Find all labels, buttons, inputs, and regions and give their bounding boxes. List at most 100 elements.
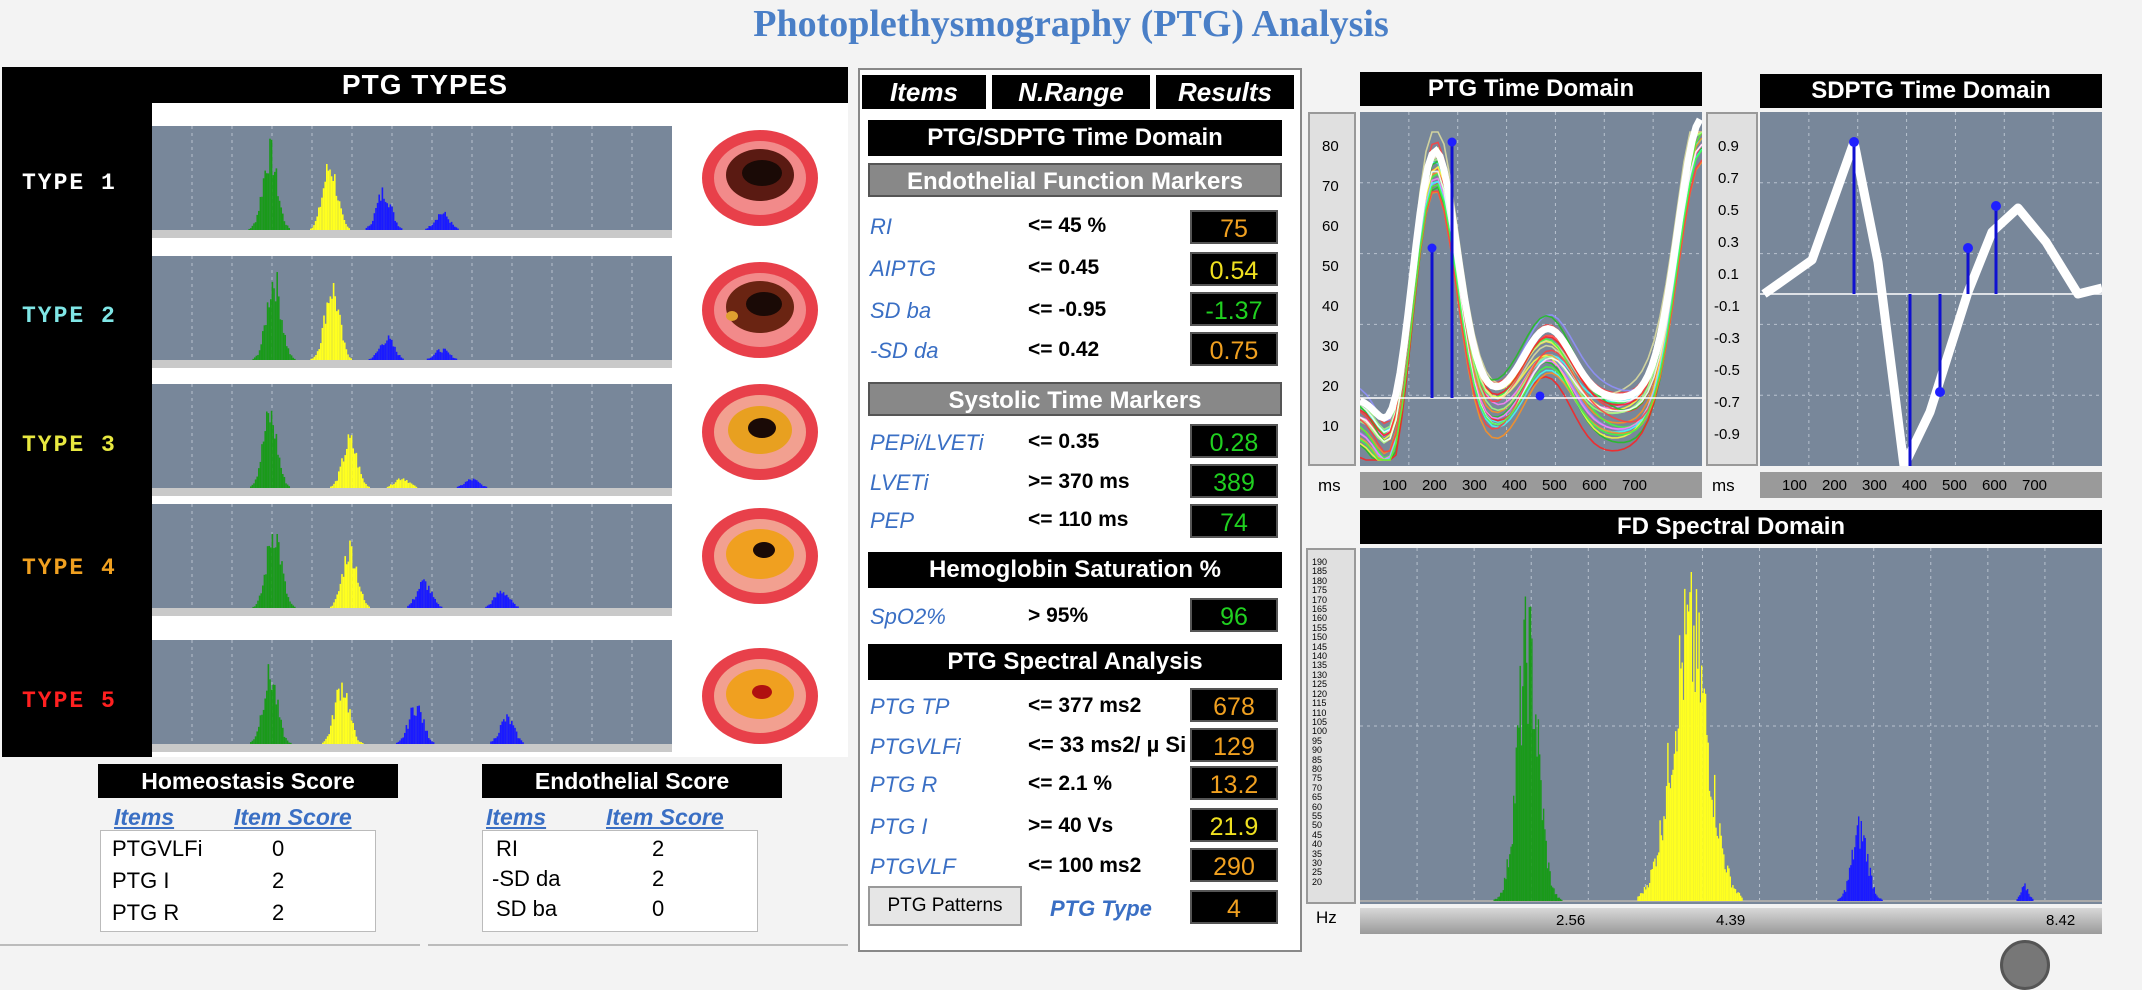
artery-type-5-icon [702,648,818,744]
x-tick: 300 [1462,477,1488,494]
marker-lveti-result: 389 [1190,464,1278,498]
homeostasis-row-score: 2 [272,868,285,893]
y-tick: 30 [1322,338,1339,355]
marker-lveti-range: >= 370 ms [1028,470,1130,493]
type-1-label: TYPE 1 [22,170,117,196]
items-column-header: Items [862,75,986,109]
ptg-time-x-unit: ms [1318,476,1341,495]
artery-type-4-icon [702,508,818,604]
x-tick: 100 [1782,477,1808,494]
ptg-type-result: 4 [1190,890,1278,924]
sdptg-waveform [1761,137,2104,471]
homeostasis-items-header[interactable]: Items [114,804,174,831]
x-tick: 8.42 [2046,912,2076,929]
y-tick: 0.3 [1718,234,1739,251]
y-tick: 80 [1322,138,1339,155]
section-spectral-analysis: PTG Spectral Analysis [868,644,1282,680]
section-time-domain: PTG/SDPTG Time Domain [868,120,1282,156]
x-tick: 700 [2022,477,2048,494]
marker-ptg-i-label: PTG I [870,814,928,839]
ptg-time-y-axis: 80 70 60 50 40 30 20 10 [1308,112,1356,466]
homeostasis-row-score: 2 [272,900,285,925]
type-5-spectrum [152,640,672,752]
marker-dot [1535,391,1545,401]
artery-type-3-icon [702,384,818,480]
marker-ptg-i-range: >= 40 Vs [1028,814,1114,837]
marker-spo2-result: 96 [1190,598,1278,632]
y-tick: -0.3 [1714,330,1740,347]
marker-aiptg-label: AIPTG [870,256,937,281]
y-tick: -0.5 [1714,362,1740,379]
marker-dot [1963,243,1973,253]
type-2-spectrum-svg [191,256,633,360]
marker-dot [1849,137,1859,147]
fd-spectral-x-axis: 2.56 4.39 8.42 [1360,908,2102,934]
sdptg-time-x-unit: ms [1712,476,1735,495]
type-1-spectrum-svg [191,126,633,230]
marker-aiptg-range: <= 0.45 [1028,256,1100,279]
knob-icon[interactable] [2000,940,2050,990]
ptg-patterns-button[interactable]: PTG Patterns [868,886,1022,926]
type-3-label: TYPE 3 [22,432,117,458]
ptg-time-x-axis: 100 200 300 400 500 600 700 [1360,472,1702,498]
endothelial-items-header[interactable]: Items [486,804,546,831]
marker-dot [1427,243,1437,253]
fd-spectral-plot-svg [1360,548,2102,904]
section-hemoglobin: Hemoglobin Saturation % [868,552,1282,588]
section-systolic-markers: Systolic Time Markers [868,382,1282,416]
x-tick: 600 [1582,477,1608,494]
marker-ptg-tp-result: 678 [1190,688,1278,722]
marker-ptg-r-result: 13.2 [1190,766,1278,800]
endothelial-score-header[interactable]: Item Score [606,804,724,831]
x-tick: 200 [1822,477,1848,494]
artery-type-2-icon [702,262,818,358]
marker-sdda-label: -SD da [870,338,939,363]
marker-pepi-lveti-label: PEPi/LVETi [870,430,984,455]
marker-sdba-result: -1.37 [1190,292,1278,326]
y-tick: 0.9 [1718,138,1739,155]
marker-aiptg-result: 0.54 [1190,252,1278,286]
marker-dot [1991,201,2001,211]
x-tick: 2.56 [1556,912,1586,929]
y-tick: -0.7 [1714,394,1740,411]
marker-ptg-r-label: PTG R [870,772,938,797]
fd-spectral-y-axis: 190 185 180 175 170 165 160 155 150 145 140 135 130 1… [1306,548,1356,904]
type-2-label: TYPE 2 [22,303,117,329]
x-tick: 400 [1902,477,1928,494]
endothelial-row-score: 0 [652,896,665,921]
marker-ri-label: RI [870,214,892,239]
marker-sdda-result: 0.75 [1190,332,1278,366]
x-tick: 200 [1422,477,1448,494]
homeostasis-row-item: PTG I [112,868,170,893]
marker-spo2-range: > 95% [1028,604,1089,627]
x-tick: 600 [1982,477,2008,494]
marker-ri-range: <= 45 % [1028,214,1107,237]
artery-type-1-icon [702,130,818,226]
marker-sdba-label: SD ba [870,298,932,323]
homeostasis-score-header[interactable]: Item Score [234,804,352,831]
type-2-spectrum [152,256,672,368]
section-endothelial-markers: Endothelial Function Markers [868,163,1282,197]
marker-pepi-lveti-range: <= 0.35 [1028,430,1100,453]
endothelial-row-score: 2 [652,866,665,891]
marker-dot [1935,387,1945,397]
page-title: Photoplethysmography (PTG) Analysis [753,3,1389,45]
sdptg-time-domain-title: SDPTG Time Domain [1760,74,2102,108]
marker-ptgvlf-label: PTGVLF [870,854,956,879]
type-4-spectrum [152,504,672,616]
x-tick: 500 [1542,477,1568,494]
x-tick: 400 [1502,477,1528,494]
y-tick: 40 [1322,298,1339,315]
type-4-label: TYPE 4 [22,555,117,581]
marker-ptgvlf-result: 290 [1190,848,1278,882]
marker-spo2-label: SpO2% [870,604,946,629]
marker-ptg-r-range: <= 2.1 % [1028,772,1113,795]
marker-pepi-lveti-result: 0.28 [1190,424,1278,458]
ptg-time-domain-title: PTG Time Domain [1360,72,1702,106]
marker-lveti-label: LVETi [870,470,929,495]
marker-dot [1447,137,1457,147]
fd-spectral-title: FD Spectral Domain [1360,510,2102,544]
fd-spectral-y-ticks: 190 185 180 175 170 165 160 155 150 145 140 135 130 1… [1312,557,1327,887]
y-tick: -0.1 [1714,298,1740,315]
fd-spectral-plot [1360,548,2102,904]
